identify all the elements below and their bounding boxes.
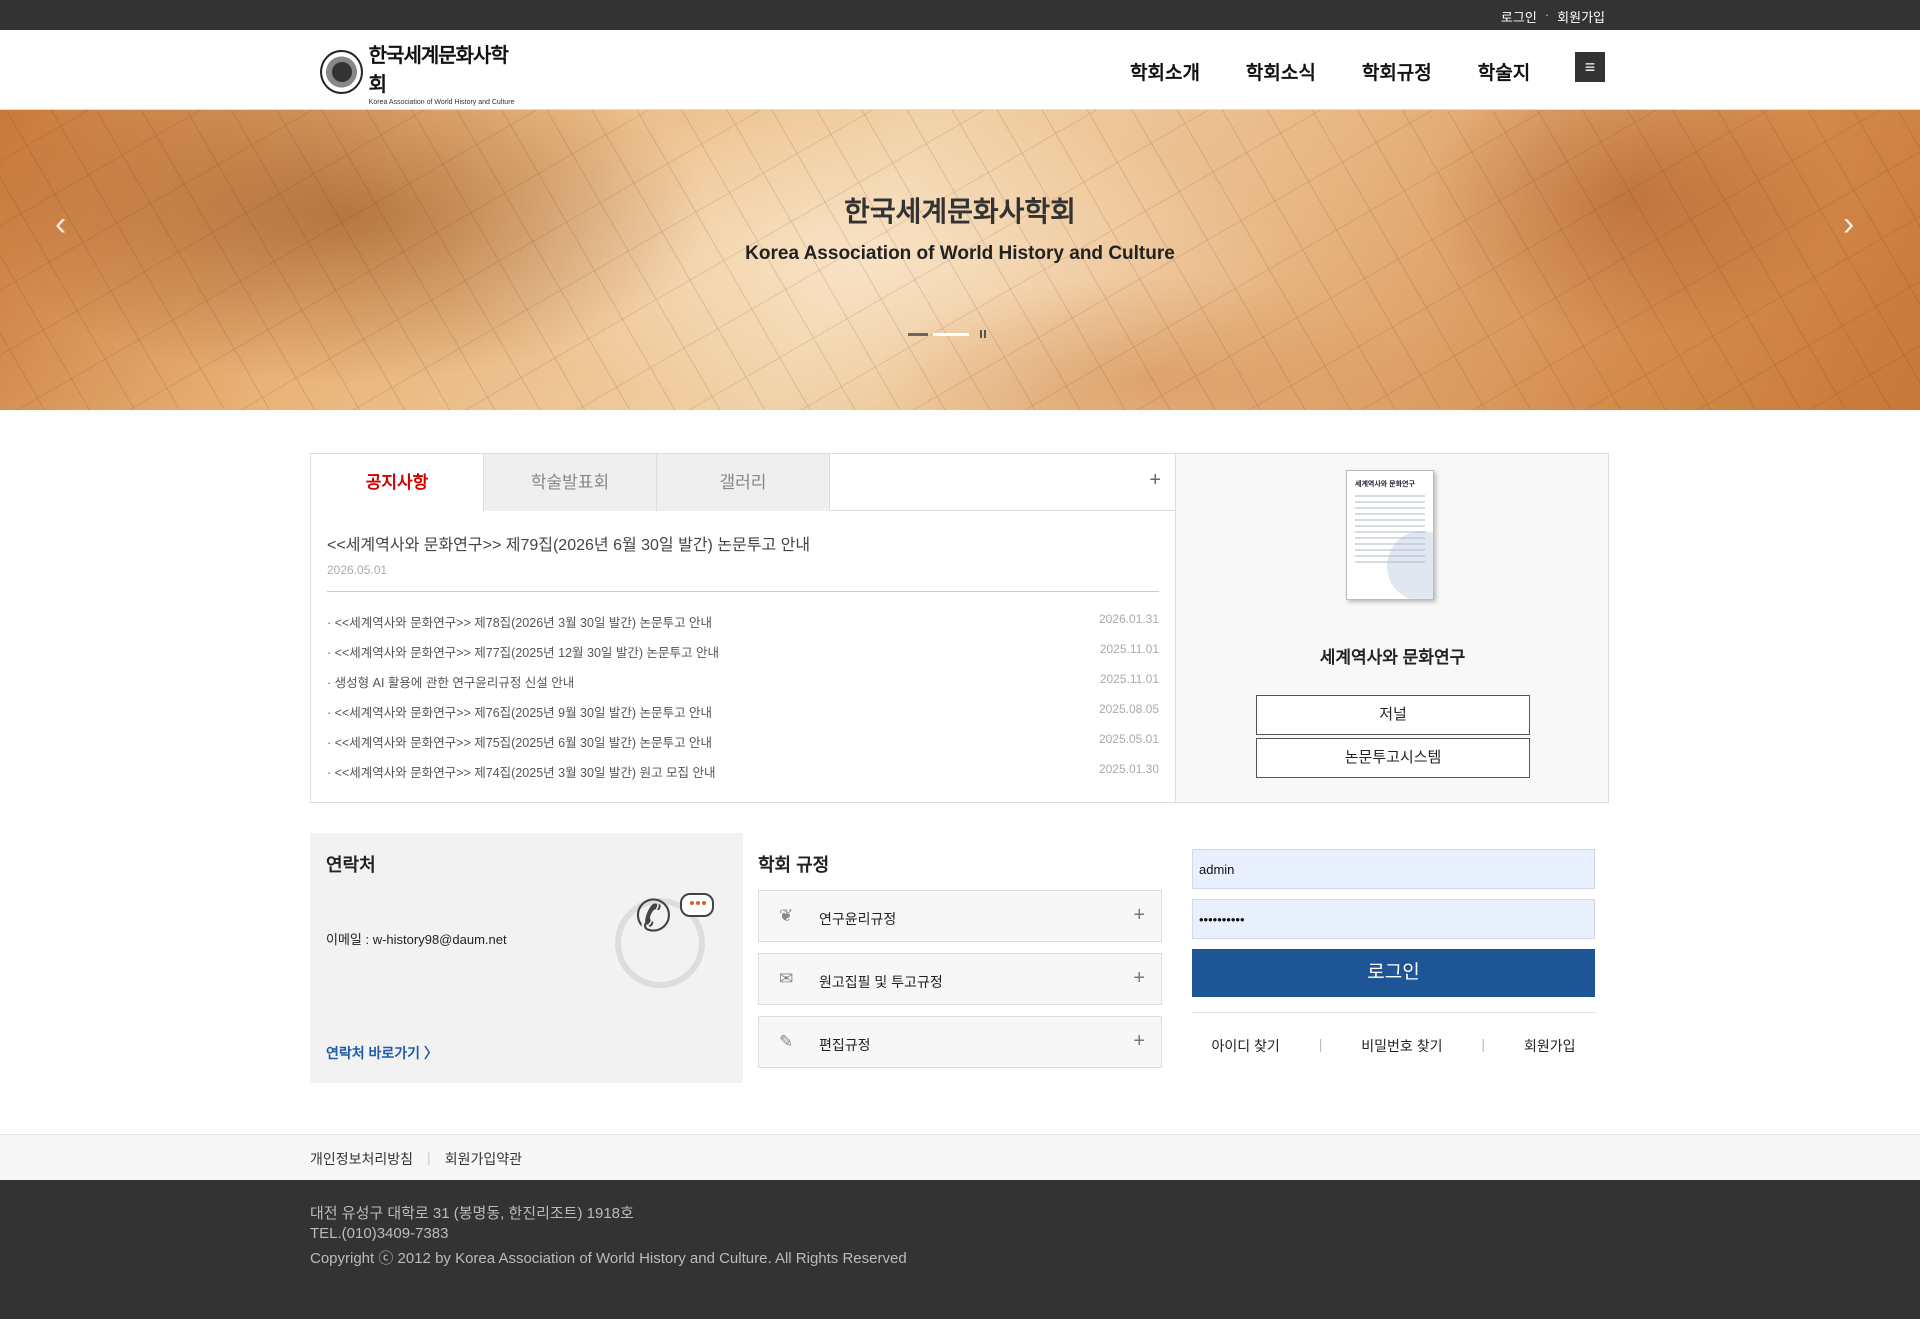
tab-notice[interactable]: 공지사항: [311, 454, 484, 512]
footer-address: 대전 유성구 대학로 31 (봉명동, 한진리조트) 1918호: [310, 1205, 634, 1222]
logo-title-ko: 한국세계문화사학회: [368, 44, 509, 96]
featured-notice-date: 2026.05.01: [327, 563, 388, 577]
plus-icon: +: [1133, 967, 1145, 989]
plus-icon: +: [1133, 1030, 1145, 1052]
footer-nav: 개인정보처리방침 | 회원가입약관: [0, 1134, 1920, 1180]
find-password-link[interactable]: 비밀번호 찾기: [1361, 1036, 1442, 1056]
list-item[interactable]: · <<세계역사와 문화연구>> 제77집(2025년 12월 30일 발간) …: [327, 642, 1159, 672]
tab-gallery[interactable]: 갤러리: [657, 454, 830, 511]
login-id-input[interactable]: [1192, 849, 1595, 889]
logo-seal-icon: [320, 50, 363, 94]
board-more-icon[interactable]: +: [1149, 469, 1161, 492]
site-footer: 대전 유성구 대학로 31 (봉명동, 한진리조트) 1918호 TEL.(01…: [0, 1180, 1920, 1319]
top-bar: 로그인 · 회원가입: [0, 0, 1920, 30]
tab-conference[interactable]: 학술발표회: [484, 454, 657, 511]
nav-item-rules[interactable]: 학회규정: [1362, 58, 1432, 85]
login-button[interactable]: 로그인: [1192, 949, 1595, 997]
slider-dot-active[interactable]: [933, 332, 969, 336]
slider-pause-icon[interactable]: [980, 330, 986, 338]
list-item[interactable]: · <<세계역사와 문화연구>> 제78집(2026년 3월 30일 발간) 논…: [327, 612, 1159, 642]
journal-button[interactable]: 저널: [1256, 695, 1530, 735]
featured-notice-title[interactable]: <<세계역사와 문화연구>> 제79집(2026년 6월 30일 발간) 논문투…: [327, 531, 810, 555]
pencil-icon: ✎: [779, 1032, 794, 1051]
list-item[interactable]: · 생성형 AI 활용에 관한 연구윤리규정 신설 안내 2025.11.01: [327, 672, 1159, 702]
login-links: 아이디 찾기 | 비밀번호 찾기 | 회원가입: [1211, 1036, 1576, 1056]
hero-banner: 한국세계문화사학회 Korea Association of World His…: [0, 110, 1920, 410]
main-nav: 학회소개 학회소식 학회규정 학술지: [1130, 58, 1530, 85]
divider: [327, 591, 1159, 592]
site-header: 한국세계문화사학회 Korea Association of World His…: [0, 30, 1920, 110]
rule-submission[interactable]: ✉ 원고집필 및 투고규정 +: [758, 953, 1162, 1005]
login-password-input[interactable]: [1192, 899, 1595, 939]
list-item[interactable]: · <<세계역사와 문화연구>> 제74집(2025년 3월 30일 발간) 원…: [327, 762, 1159, 792]
divider: [1192, 1012, 1595, 1013]
join-link[interactable]: 회원가입: [1524, 1036, 1576, 1056]
footer-copyright: Copyright ⓒ 2012 by Korea Association of…: [310, 1250, 907, 1267]
board-tabs: 공지사항 학술발표회 갤러리 +: [311, 454, 1175, 512]
logo-title-en: Korea Association of World History and C…: [368, 98, 515, 106]
rule-ethics[interactable]: ❦ 연구윤리규정 +: [758, 890, 1162, 942]
rule-editing[interactable]: ✎ 편집규정 +: [758, 1016, 1162, 1068]
rules-heading: 학회 규정: [758, 855, 830, 875]
notice-board: 공지사항 학술발표회 갤러리 + <<세계역사와 문화연구>> 제79집(202…: [310, 453, 1176, 803]
contact-heading: 연락처: [326, 855, 376, 875]
nav-item-about[interactable]: 학회소개: [1130, 58, 1200, 85]
contact-link[interactable]: 연락처 바로가기 〉: [326, 1043, 438, 1063]
find-id-link[interactable]: 아이디 찾기: [1211, 1036, 1279, 1056]
contact-panel: 연락처 이메일 : w-history98@daum.net ✆ 연락처 바로가…: [310, 833, 743, 1083]
top-links: 로그인 · 회원가입: [1501, 7, 1605, 26]
notice-list: · <<세계역사와 문화연구>> 제78집(2026년 3월 30일 발간) 논…: [327, 612, 1159, 792]
top-join-link[interactable]: 회원가입: [1557, 7, 1605, 26]
journal-cover-image[interactable]: 세계역사와 문화연구: [1346, 470, 1434, 600]
top-login-link[interactable]: 로그인: [1501, 7, 1537, 26]
chat-bubble-icon: [680, 893, 714, 917]
hamburger-icon[interactable]: ≡: [1575, 52, 1605, 82]
privacy-policy-link[interactable]: 개인정보처리방침: [310, 1149, 413, 1169]
slider-next-icon[interactable]: ›: [1843, 205, 1854, 244]
hero-subtitle: Korea Association of World History and C…: [745, 243, 1175, 264]
list-item[interactable]: · <<세계역사와 문화연구>> 제75집(2025년 6월 30일 발간) 논…: [327, 732, 1159, 762]
list-item[interactable]: · <<세계역사와 문화연구>> 제76집(2025년 9월 30일 발간) 논…: [327, 702, 1159, 732]
hero-title: 한국세계문화사학회: [844, 196, 1076, 227]
slider-prev-icon[interactable]: ‹: [55, 205, 66, 244]
slider-dots: [908, 330, 986, 338]
journal-title: 세계역사와 문화연구: [1319, 648, 1466, 667]
nav-item-journal[interactable]: 학술지: [1478, 58, 1530, 85]
site-logo[interactable]: 한국세계문화사학회 Korea Association of World His…: [320, 43, 520, 106]
nav-item-news[interactable]: 학회소식: [1246, 58, 1316, 85]
plus-icon: +: [1133, 904, 1145, 926]
cover-title: 세계역사와 문화연구: [1355, 481, 1415, 488]
scroll-icon: ✉: [779, 969, 794, 988]
top-separator: ·: [1544, 7, 1550, 22]
slider-dot[interactable]: [908, 332, 928, 336]
journal-panel: 세계역사와 문화연구 세계역사와 문화연구 저널 논문투고시스템: [1176, 453, 1609, 803]
phone-icon: ✆: [635, 892, 672, 941]
terms-link[interactable]: 회원가입약관: [445, 1149, 522, 1169]
footer-tel: TEL.(010)3409-7383: [310, 1225, 449, 1242]
submission-system-button[interactable]: 논문투고시스템: [1256, 738, 1530, 778]
wheat-icon: ❦: [779, 906, 794, 925]
contact-email: 이메일 : w-history98@daum.net: [326, 932, 507, 947]
